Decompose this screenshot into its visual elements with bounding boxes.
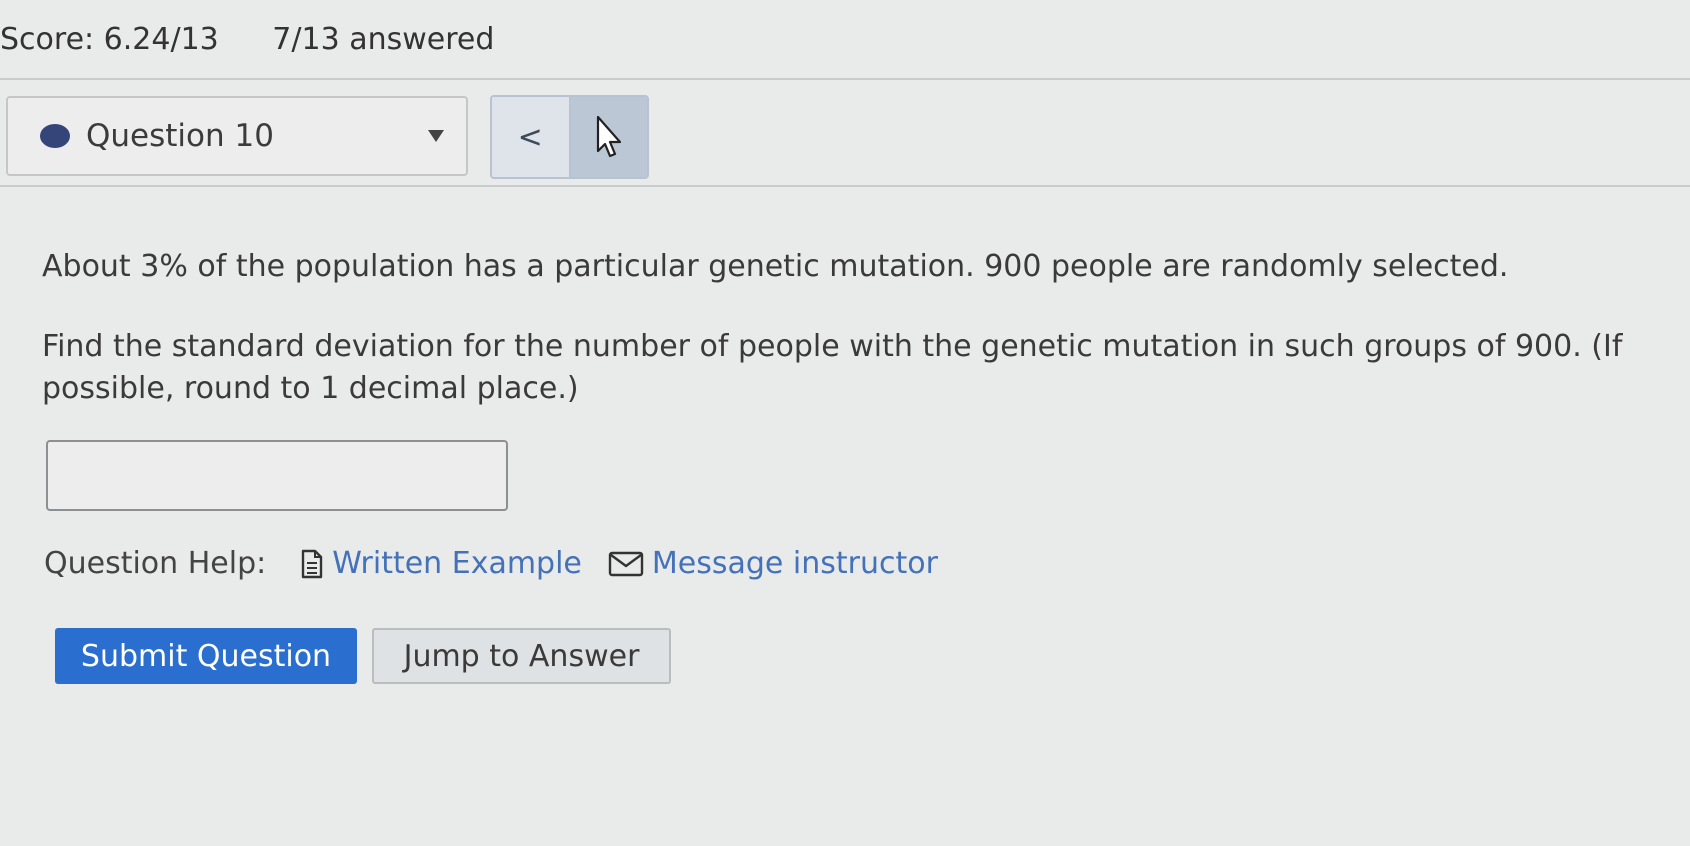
- previous-question-button[interactable]: <: [492, 97, 571, 177]
- divider-bottom: [0, 185, 1690, 187]
- chevron-down-icon: [428, 130, 444, 142]
- written-example-link[interactable]: Written Example: [300, 546, 582, 581]
- chevron-left-icon: <: [517, 119, 543, 155]
- score-bar: Score: 6.24/13 7/13 answered: [0, 22, 494, 57]
- question-paragraph-2: Find the standard deviation for the numb…: [42, 329, 1623, 406]
- question-nav-buttons: <: [490, 95, 649, 179]
- question-selector-label: Question 10: [86, 118, 274, 154]
- message-instructor-link[interactable]: Message instructor: [608, 546, 938, 581]
- question-paragraph-1: About 3% of the population has a particu…: [42, 249, 1509, 284]
- score-text: Score: 6.24/13: [0, 22, 219, 57]
- status-dot-icon: [40, 124, 70, 148]
- cursor-icon: [596, 115, 621, 158]
- written-example-label: Written Example: [332, 546, 582, 581]
- answered-count: 7/13 answered: [272, 22, 495, 57]
- jump-to-answer-button[interactable]: Jump to Answer: [372, 628, 671, 684]
- question-selector[interactable]: Question 10: [6, 96, 468, 176]
- question-help: Question Help: Written Example Message i…: [44, 546, 964, 581]
- divider-top: [0, 78, 1690, 80]
- submit-question-button[interactable]: Submit Question: [55, 628, 357, 684]
- document-icon: [302, 549, 323, 578]
- question-help-label: Question Help:: [44, 546, 267, 581]
- next-question-button[interactable]: [570, 97, 647, 177]
- envelope-icon: [608, 551, 644, 576]
- answer-input[interactable]: [46, 440, 508, 511]
- question-text: About 3% of the population has a particu…: [42, 246, 1662, 410]
- message-instructor-label: Message instructor: [651, 546, 938, 581]
